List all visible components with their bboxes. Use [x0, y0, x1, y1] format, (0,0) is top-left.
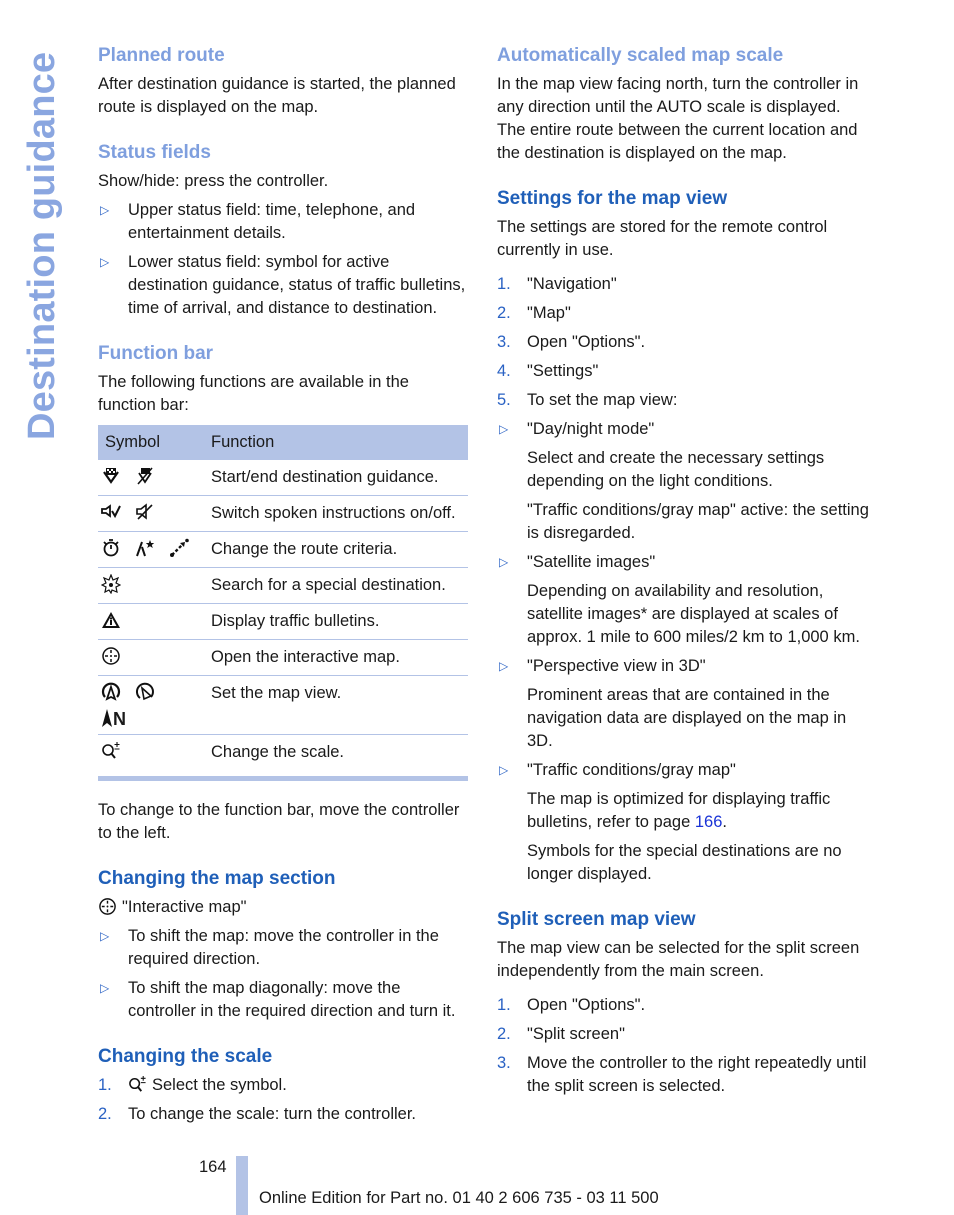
function-cell: Switch spoken instructions on/off.: [204, 495, 468, 532]
table-row: Start/end destination guidance.: [98, 460, 468, 496]
special-destination-icon: [101, 574, 121, 594]
list-item: 4. "Settings": [497, 362, 599, 380]
table-row: Switch spoken instructions on/off.: [98, 495, 468, 532]
option-traffic-gray-map: ▷ "Traffic conditions/gray map": [497, 759, 872, 782]
bullet-arrow-icon: ▷: [499, 763, 509, 777]
section-settings: Settings for the map view The settings a…: [497, 187, 872, 886]
heading-split-screen: Split screen map view: [497, 909, 696, 930]
bullet-arrow-icon: ▷: [499, 422, 509, 436]
bullet-arrow-icon: ▷: [100, 981, 110, 995]
interactive-map-menu-label: "Interactive map": [122, 898, 247, 916]
function-cell: Start/end destination guidance.: [204, 460, 468, 496]
list-item: 1. Open "Options".: [497, 996, 646, 1014]
option-satellite-images: ▷ "Satellite images": [497, 551, 872, 574]
list-item: ▷ To shift the map: move the controller i…: [100, 927, 439, 968]
list-item: 2. "Split screen": [497, 1025, 625, 1043]
function-bar-table: Symbol Function Start/end destination gu…: [98, 425, 468, 781]
function-cell: Open the interactive map.: [204, 639, 468, 676]
settings-text: The settings are stored for the remote c…: [497, 218, 828, 259]
option-perspective-3d: ▷ "Perspective view in 3D": [497, 655, 872, 678]
stopwatch-icon: [101, 538, 121, 558]
function-cell: Change the route criteria.: [204, 531, 468, 568]
table-header-row: Symbol Function: [98, 425, 468, 460]
table-row: Display traffic bulletins.: [98, 603, 468, 640]
heading-status-fields: Status fields: [98, 142, 211, 163]
function-cell: Display traffic bulletins.: [204, 603, 468, 640]
list-item: 3. Move the controller to the right repea…: [497, 1054, 867, 1095]
left-column: Planned route After destination guidance…: [98, 44, 468, 1148]
map-north-icon: N: [101, 708, 126, 729]
function-cell: Change the scale.: [204, 734, 468, 781]
heading-auto-scale: Automatically scaled map scale: [497, 45, 784, 66]
function-cell: Set the map view.: [204, 675, 468, 735]
list-item: ▷ To shift the map diagonally: move the c…: [100, 979, 456, 1020]
bullet-arrow-icon: ▷: [499, 555, 509, 569]
list-item: 3. Open "Options".: [497, 333, 646, 351]
road-star-icon: [135, 538, 155, 558]
header-function: Function: [204, 425, 468, 460]
changing-scale-steps: 1. Select the symbol. 2. To change the sca…: [98, 1074, 468, 1126]
map-direction-icon: [101, 682, 121, 702]
footer-edition: Online Edition for Part no. 01 40 2 606 …: [259, 1189, 659, 1207]
interactive-map-icon: [98, 897, 117, 916]
table-row: Change the route criteria.: [98, 531, 468, 568]
section-status-fields: Status fields Show/hide: press the contr…: [98, 141, 468, 320]
bullet-arrow-icon: ▷: [100, 203, 110, 217]
bullet-arrow-icon: ▷: [499, 659, 509, 673]
heading-changing-scale: Changing the scale: [98, 1046, 273, 1067]
bullet-arrow-icon: ▷: [100, 929, 110, 943]
destination-guidance-start-icon: [101, 466, 121, 486]
chapter-side-title: Destination guidance: [21, 51, 63, 440]
option-day-night: ▷ "Day/night mode": [497, 418, 872, 441]
section-changing-scale: Changing the scale 1. Select the symbol. …: [98, 1045, 468, 1126]
interactive-map-icon: [101, 646, 121, 666]
section-auto-scale: Automatically scaled map scale In the ma…: [497, 44, 872, 165]
right-column: Automatically scaled map scale In the ma…: [497, 44, 872, 1120]
function-cell: Search for a special destination.: [204, 567, 468, 604]
heading-function-bar: Function bar: [98, 343, 214, 364]
destination-guidance-end-icon: [135, 466, 155, 486]
heading-settings: Settings for the map view: [497, 188, 728, 209]
page-reference-link[interactable]: 166: [695, 813, 723, 831]
list-item: 5. To set the map view:: [497, 391, 678, 409]
table-row: Search for a special destination.: [98, 567, 468, 604]
zoom-scale-icon: [128, 1075, 147, 1094]
footer-accent-bar: [236, 1156, 248, 1215]
table-row: Change the scale.: [98, 734, 468, 781]
list-item: ▷ Lower status field: symbol for active d…: [100, 253, 466, 317]
section-changing-map-section: Changing the map section "Interactive ma…: [98, 867, 468, 1023]
section-planned-route: Planned route After destination guidance…: [98, 44, 468, 119]
status-fields-list: ▷ Upper status field: time, telephone, an…: [98, 199, 468, 320]
list-item: ▷ Upper status field: time, telephone, an…: [100, 201, 416, 242]
settings-steps: 1. "Navigation" 2. "Map" 3. Open "Options".…: [497, 273, 872, 412]
table-row: N Set the map view.: [98, 675, 468, 735]
map-perspective-icon: [135, 682, 155, 702]
split-screen-text: The map view can be selected for the spl…: [497, 939, 860, 980]
heading-planned-route: Planned route: [98, 45, 225, 66]
zoom-scale-icon: [101, 741, 121, 761]
traffic-warning-icon: [101, 610, 121, 630]
function-bar-after-text: To change to the function bar, move the …: [98, 801, 460, 842]
status-fields-text: Show/hide: press the controller.: [98, 172, 329, 190]
list-item: 1. Select the symbol.: [98, 1075, 287, 1094]
split-screen-steps: 1. Open "Options". 2. "Split screen" 3. Mov…: [497, 994, 872, 1098]
list-item: 1. "Navigation": [497, 275, 617, 293]
voice-off-icon: [135, 502, 155, 522]
map-view-options: ▷ "Day/night mode": [497, 418, 872, 441]
bullet-arrow-icon: ▷: [100, 255, 110, 269]
map-section-list: ▷ To shift the map: move the controller i…: [98, 925, 468, 1023]
function-bar-text: The following functions are available in…: [98, 373, 409, 414]
table-row: Open the interactive map.: [98, 639, 468, 676]
page-number: 164: [199, 1158, 227, 1176]
section-split-screen: Split screen map view The map view can b…: [497, 908, 872, 1098]
voice-on-icon: [101, 502, 121, 522]
heading-changing-map-section: Changing the map section: [98, 868, 336, 889]
planned-route-text: After destination guidance is started, t…: [98, 75, 456, 116]
auto-scale-text: In the map view facing north, turn the c…: [497, 75, 859, 162]
section-function-bar: Function bar The following functions are…: [98, 342, 468, 845]
list-item: 2. "Map": [497, 304, 571, 322]
route-arrow-icon: [169, 538, 189, 558]
header-symbol: Symbol: [98, 425, 204, 460]
list-item: 2. To change the scale: turn the controll…: [98, 1105, 417, 1123]
